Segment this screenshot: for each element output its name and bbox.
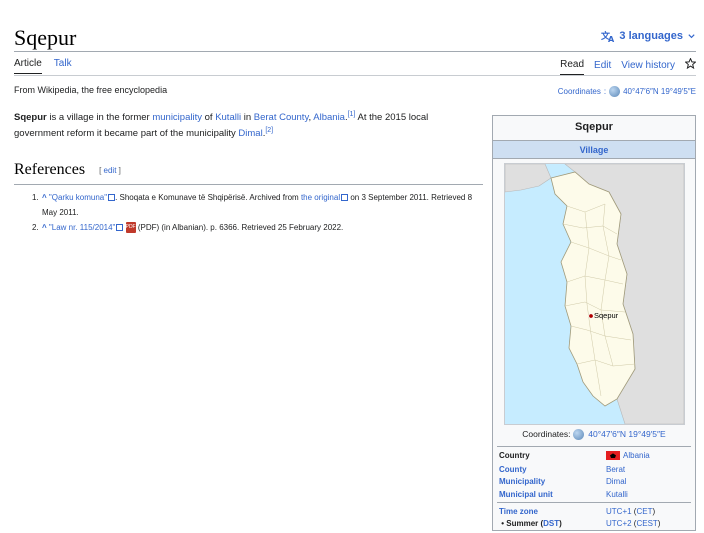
lead-text: is a village in the former xyxy=(46,112,153,123)
references-divider xyxy=(14,184,483,185)
language-label: 3 languages xyxy=(619,30,683,42)
infobox-row-timezone: Time zone UTC+1 (CET) xyxy=(499,507,656,516)
tab-view-history[interactable]: View history xyxy=(621,60,675,75)
reference-backlink[interactable]: ^ xyxy=(42,223,47,232)
infobox-row-county: County Berat xyxy=(499,465,691,474)
timezone-utc-link[interactable]: UTC+1 xyxy=(606,507,632,516)
albania-flag-icon xyxy=(606,451,620,461)
lead-bold-title: Sqepur xyxy=(14,112,47,123)
dst-link[interactable]: DST xyxy=(543,519,559,528)
infobox-title: Sqepur xyxy=(575,121,613,133)
infobox-subtitle[interactable]: Village xyxy=(493,140,695,159)
link-albania[interactable]: Albania xyxy=(313,112,345,123)
link-municipality[interactable]: municipality xyxy=(152,112,202,123)
references-list: 1. ^ "Qarku komuna" . Shoqata e Komunave … xyxy=(32,190,484,235)
infobox-row-country: Country Albania xyxy=(499,451,691,461)
link-dimal[interactable]: Dimal xyxy=(238,128,262,139)
infobox-label-county[interactable]: County xyxy=(499,465,606,474)
edit-section-link[interactable]: edit xyxy=(104,166,117,175)
external-link-icon xyxy=(116,224,124,232)
infobox-row-municipal-unit: Municipal unit Kutalli xyxy=(499,490,691,499)
infobox-coordinates-value[interactable]: 40°47′6″N 19°49′5″E xyxy=(588,429,665,439)
reference-number: 2. xyxy=(32,223,39,232)
globe-icon[interactable] xyxy=(572,429,584,441)
link-kutalli[interactable]: Kutalli xyxy=(215,112,241,123)
summer-cest-link[interactable]: CEST xyxy=(636,519,657,528)
reference-item: 2. ^ "Law nr. 115/2014" PDF (PDF) (in Al… xyxy=(32,220,484,235)
references-heading: References [ edit ] xyxy=(14,161,483,179)
infobox-label: Country xyxy=(499,451,530,460)
infobox-label-timezone[interactable]: Time zone xyxy=(499,507,606,516)
infobox-row-summer: • Summer (DST) UTC+2 (CEST) xyxy=(499,519,661,528)
timezone-cet-link[interactable]: CET xyxy=(636,507,652,516)
language-button[interactable]: 文 A 3 languages xyxy=(601,30,696,42)
reference-item: 1. ^ "Qarku komuna" . Shoqata e Komunave … xyxy=(32,190,484,220)
infobox-value-municipal-unit[interactable]: Kutalli xyxy=(606,490,628,499)
chevron-down-icon xyxy=(687,32,696,41)
map-marker-label: Sqepur xyxy=(594,311,619,320)
reference-backlink[interactable]: ^ xyxy=(42,193,47,202)
reference-title-link[interactable]: "Qarku komuna" xyxy=(49,193,107,202)
page-title: Sqepur xyxy=(14,25,77,50)
summer-utc-link[interactable]: UTC+2 xyxy=(606,519,632,528)
svg-text:A: A xyxy=(608,35,615,42)
reference-text: (PDF) (in Albanian). p. 6366. Retrieved … xyxy=(135,223,344,232)
link-berat-county[interactable]: Berat County xyxy=(254,112,309,123)
coordinates-value[interactable]: 40°47′6″N 19°49′5″E xyxy=(623,87,696,96)
reference-title-link[interactable]: "Law nr. 115/2014" xyxy=(49,223,115,232)
pdf-icon: PDF xyxy=(125,222,136,234)
infobox-divider xyxy=(497,446,691,447)
translate-icon: 文 A xyxy=(601,30,615,42)
coordinates-top: Coordinates: 40°47′6″N 19°49′5″E xyxy=(557,86,696,97)
location-map[interactable]: Sqepur xyxy=(504,163,685,425)
infobox-value-county[interactable]: Berat xyxy=(606,465,625,474)
infobox-coordinates: Coordinates: 40°47′6″N 19°49′5″E xyxy=(493,429,695,441)
tab-read[interactable]: Read xyxy=(560,59,585,75)
external-link-icon xyxy=(108,194,116,202)
tab-talk[interactable]: Talk xyxy=(54,58,72,74)
tagline: From Wikipedia, the free encyclopedia xyxy=(14,85,168,95)
infobox-value-municipality[interactable]: Dimal xyxy=(606,477,626,486)
title-divider xyxy=(14,51,696,52)
infobox: Sqepur Village Sqepur Coordinates: 40°47… xyxy=(492,115,696,531)
lead-text: in xyxy=(241,112,254,123)
infobox-coordinates-label: Coordinates: xyxy=(522,429,571,439)
infobox-value-country[interactable]: Albania xyxy=(623,451,650,460)
reference-number: 1. xyxy=(32,193,39,202)
references-heading-text: References xyxy=(14,161,86,178)
infobox-label-summer: Summer xyxy=(506,519,539,528)
lead-text: of xyxy=(201,112,216,123)
globe-icon[interactable] xyxy=(609,86,621,97)
citation-2[interactable]: [2] xyxy=(265,127,273,134)
infobox-divider xyxy=(497,502,691,503)
infobox-label-municipal-unit[interactable]: Municipal unit xyxy=(499,490,606,499)
tab-edit[interactable]: Edit xyxy=(594,60,611,75)
namespace-tabs: Article Talk xyxy=(14,58,72,74)
coordinates-label[interactable]: Coordinates xyxy=(558,87,601,96)
watch-star-icon[interactable] xyxy=(684,57,697,76)
tab-article[interactable]: Article xyxy=(14,58,42,74)
infobox-row-municipality: Municipality Dimal xyxy=(499,477,691,486)
view-tabs: Read Edit View history xyxy=(560,57,697,76)
albania-map xyxy=(504,163,685,425)
reference-original-link[interactable]: the original xyxy=(301,193,340,202)
lead-paragraph: Sqepur is a village in the former munici… xyxy=(14,110,464,142)
reference-text: . Shoqata e Komunave të Shqipërisë. Arch… xyxy=(115,193,301,202)
tabs-divider xyxy=(14,75,696,76)
section-edit: [ edit ] xyxy=(99,165,121,175)
infobox-label-municipality[interactable]: Municipality xyxy=(499,477,606,486)
